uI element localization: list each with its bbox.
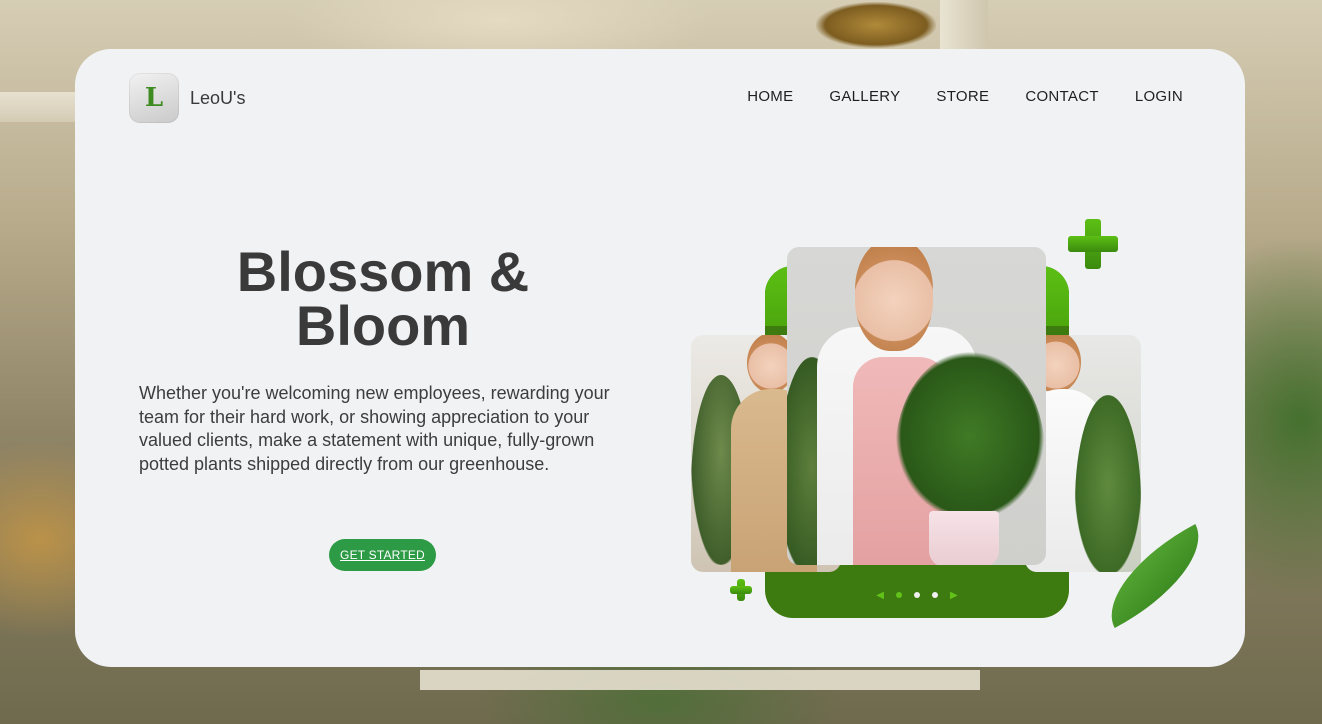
background-molding (0, 92, 80, 122)
carousel-pager: ◀ ▶ (765, 583, 1069, 607)
plus-icon (730, 579, 752, 601)
logo-letter: L (144, 83, 164, 113)
carousel-prev-icon[interactable]: ◀ (876, 590, 884, 601)
plant-logo-icon: L (129, 73, 179, 123)
nav-login[interactable]: LOGIN (1135, 88, 1183, 105)
background-ornament (816, 2, 936, 48)
background-pillar (940, 0, 988, 52)
nav-contact[interactable]: CONTACT (1025, 88, 1098, 105)
get-started-button[interactable]: GET STARTED (329, 539, 436, 571)
nav-gallery[interactable]: GALLERY (829, 88, 900, 105)
carousel-next-icon[interactable]: ▶ (950, 590, 958, 601)
hero-title-line2: Bloom (295, 294, 471, 357)
carousel-photo-center[interactable] (787, 247, 1046, 565)
carousel-dot-3[interactable] (932, 592, 938, 598)
main-card: L LeoU's HOME GALLERY STORE CONTACT LOGI… (75, 49, 1245, 667)
hero-title: Blossom & Bloom (135, 244, 631, 354)
nav-home[interactable]: HOME (747, 88, 793, 105)
brand[interactable]: L LeoU's (129, 73, 245, 123)
background-shelf (420, 670, 980, 690)
carousel-dot-2[interactable] (914, 592, 920, 598)
brand-name: LeoU's (190, 87, 246, 108)
plus-icon (1068, 219, 1118, 269)
nav-store[interactable]: STORE (936, 88, 989, 105)
plant-pot (929, 511, 999, 565)
hero-description: Whether you're welcoming new employees, … (139, 383, 610, 474)
person-head (855, 247, 933, 351)
carousel-dot-1[interactable] (896, 592, 902, 598)
top-nav: HOME GALLERY STORE CONTACT LOGIN (747, 88, 1183, 105)
